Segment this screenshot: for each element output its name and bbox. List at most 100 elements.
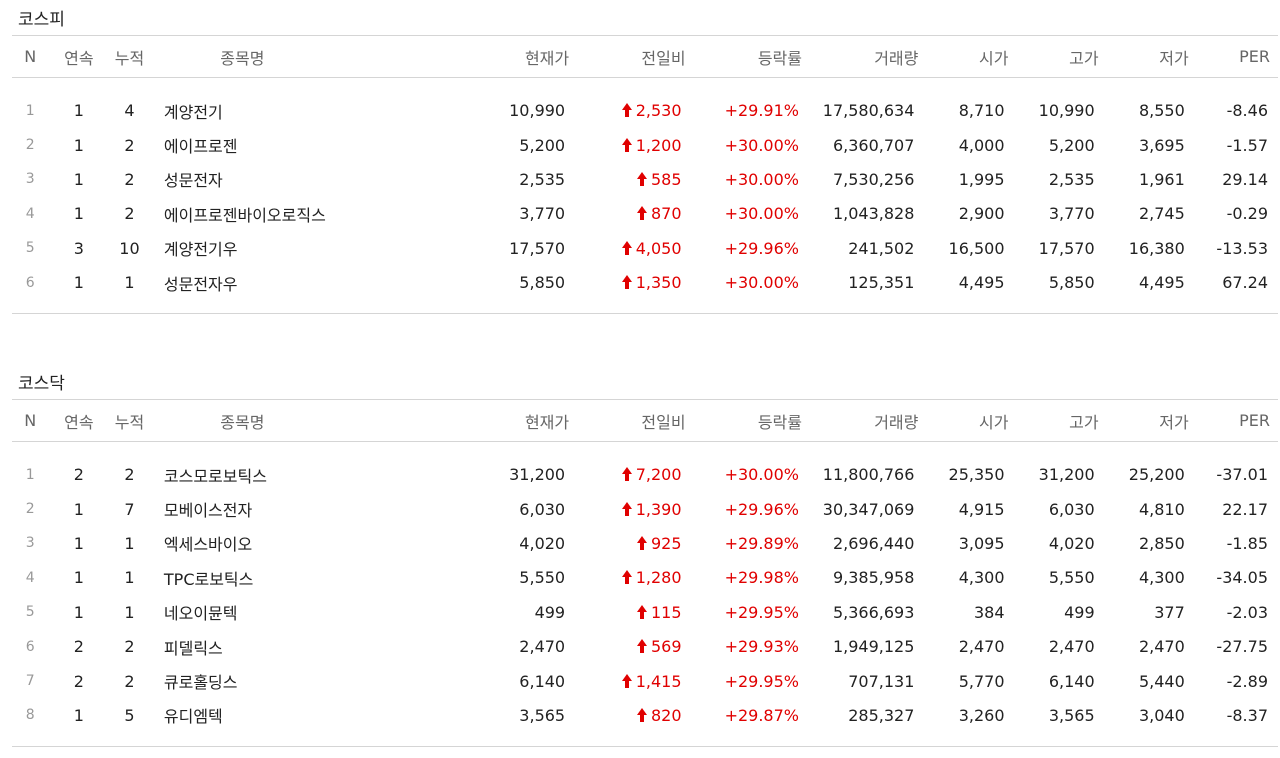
low-price: 2,850 — [1138, 533, 1185, 553]
cumulative-count: 2 — [124, 135, 135, 155]
current-price: 31,200 — [509, 465, 566, 485]
header-high: 고가 — [1069, 48, 1099, 68]
up-arrow-icon — [637, 707, 647, 722]
open-price: 4,000 — [958, 135, 1005, 155]
stock-name[interactable]: 에이프로젠바이오로직스 — [164, 197, 326, 231]
low-price: 3,040 — [1138, 705, 1185, 725]
row-number: 6 — [25, 274, 35, 291]
current-price: 10,990 — [509, 101, 566, 121]
row-number: 7 — [25, 673, 35, 690]
row-number: 4 — [25, 569, 35, 586]
up-arrow-icon — [621, 570, 632, 585]
table-row[interactable]: 7 2 2 큐로홀딩스 6,140 1,415 +29.95% 707,131 5,770 6,1… — [12, 664, 1278, 698]
table-row[interactable]: 1 2 2 코스모로보틱스 31,200 7,200 +30.00% 11,800,766 25… — [12, 458, 1278, 492]
volume: 5,366,693 — [832, 602, 915, 622]
kospi-section: 코스피 N 연속 누적 종목명 현재가 전일비 등락률 거래량 시가 고가 저가… — [12, 5, 1278, 314]
per-value: -8.37 — [1226, 705, 1268, 725]
header-price: 현재가 — [524, 48, 570, 68]
price-change: 1,200 — [579, 128, 693, 162]
open-price: 2,470 — [958, 637, 1005, 657]
row-number: 4 — [25, 205, 35, 222]
header-rate: 등락률 — [757, 412, 802, 432]
header-open: 시가 — [979, 412, 1009, 432]
table-row[interactable]: 2 1 2 에이프로젠 5,200 1,200 +30.00% 6,360,707 4,000 5… — [12, 128, 1278, 162]
header-consecutive: 연속 — [64, 48, 94, 68]
kosdaq-tbody: 1 2 2 코스모로보틱스 31,200 7,200 +30.00% 11,800,766 25… — [12, 442, 1278, 747]
up-arrow-icon — [637, 604, 647, 619]
cumulative-count: 7 — [124, 499, 135, 519]
stock-name[interactable]: 성문전자우 — [164, 265, 321, 299]
table-row[interactable]: 8 1 5 유디엠텍 3,565 820 +29.87% 285,327 3,260 3,565 3… — [12, 698, 1278, 732]
price-change: 1,280 — [579, 561, 693, 595]
change-rate: +30.00% — [724, 204, 799, 224]
per-value: 22.17 — [1222, 499, 1268, 519]
open-price: 4,495 — [958, 273, 1005, 293]
stock-name[interactable]: 모베이스전자 — [164, 492, 321, 526]
open-price: 25,350 — [948, 465, 1005, 485]
table-row[interactable]: 5 3 10 계양전기우 17,570 4,050 +29.96% 241,502 16,500… — [12, 231, 1278, 265]
consecutive-count: 1 — [73, 135, 84, 155]
price-change: 1,415 — [579, 664, 693, 698]
up-arrow-icon — [621, 240, 632, 255]
kospi-table: N 연속 누적 종목명 현재가 전일비 등락률 거래량 시가 고가 저가 PER… — [12, 35, 1278, 314]
low-price: 1,961 — [1138, 169, 1185, 189]
price-change: 115 — [579, 595, 693, 629]
stock-name[interactable]: 엑세스바이오 — [164, 526, 321, 560]
high-price: 6,030 — [1048, 499, 1095, 519]
header-volume: 거래량 — [874, 412, 919, 432]
high-price: 5,550 — [1048, 568, 1095, 588]
table-row[interactable]: 3 1 1 엑세스바이오 4,020 925 +29.89% 2,696,440 3,095 4,… — [12, 526, 1278, 560]
consecutive-count: 1 — [73, 169, 84, 189]
high-price: 5,200 — [1048, 135, 1095, 155]
low-price: 4,495 — [1138, 273, 1185, 293]
low-price: 2,470 — [1138, 637, 1185, 657]
stock-name[interactable]: 에이프로젠 — [164, 128, 321, 162]
table-row[interactable]: 6 1 1 성문전자우 5,850 1,350 +30.00% 125,351 4,495 5,8… — [12, 265, 1278, 299]
table-row[interactable]: 4 1 2 에이프로젠바이오로직스 3,770 870 +30.00% 1,043,828 2,… — [12, 197, 1278, 231]
stock-name[interactable]: 계양전기우 — [164, 231, 321, 265]
table-row[interactable]: 2 1 7 모베이스전자 6,030 1,390 +29.96% 30,347,069 4,91… — [12, 492, 1278, 526]
kospi-title: 코스피 — [18, 10, 65, 30]
consecutive-count: 1 — [73, 602, 84, 622]
table-row[interactable]: 6 2 2 피델릭스 2,470 569 +29.93% 1,949,125 2,470 2,47… — [12, 629, 1278, 663]
stock-name[interactable]: 네오이뮨텍 — [164, 595, 321, 629]
stock-name[interactable]: TPC로보틱스 — [164, 561, 321, 595]
price-change: 569 — [579, 629, 693, 663]
low-price: 4,300 — [1138, 568, 1185, 588]
row-number: 2 — [25, 501, 35, 518]
table-row[interactable]: 5 1 1 네오이뮨텍 499 115 +29.95% 5,366,693 384 499 377 -… — [12, 595, 1278, 629]
volume: 2,696,440 — [832, 533, 915, 553]
table-header-row: N 연속 누적 종목명 현재가 전일비 등락률 거래량 시가 고가 저가 PER — [12, 35, 1278, 78]
header-n: N — [24, 411, 37, 430]
stock-name[interactable]: 피델릭스 — [164, 629, 321, 663]
header-rate: 등락률 — [757, 48, 802, 68]
change-rate: +29.98% — [724, 568, 799, 588]
row-number: 3 — [25, 171, 35, 188]
change-rate: +30.00% — [724, 169, 799, 189]
stock-name[interactable]: 계양전기 — [164, 94, 321, 128]
high-price: 31,200 — [1038, 465, 1095, 485]
volume: 1,949,125 — [832, 637, 915, 657]
consecutive-count: 2 — [73, 671, 84, 691]
header-volume: 거래량 — [874, 48, 919, 68]
header-name: 종목명 — [220, 412, 265, 432]
cumulative-count: 2 — [124, 637, 135, 657]
change-rate: +29.96% — [724, 238, 799, 258]
price-change: 820 — [579, 698, 693, 732]
current-price: 3,770 — [519, 204, 566, 224]
table-row[interactable]: 4 1 1 TPC로보틱스 5,550 1,280 +29.98% 9,385,958 4,30… — [12, 561, 1278, 595]
volume: 30,347,069 — [822, 499, 915, 519]
per-value: -27.75 — [1216, 637, 1268, 657]
header-low: 저가 — [1159, 48, 1189, 68]
high-price: 2,535 — [1048, 169, 1095, 189]
table-row[interactable]: 3 1 2 성문전자 2,535 585 +30.00% 7,530,256 1,995 2,53… — [12, 162, 1278, 196]
header-open: 시가 — [979, 48, 1009, 68]
per-value: 29.14 — [1222, 169, 1268, 189]
cumulative-count: 2 — [124, 465, 135, 485]
stock-name[interactable]: 코스모로보틱스 — [164, 458, 321, 492]
table-row[interactable]: 1 1 4 계양전기 10,990 2,530 +29.91% 17,580,634 8,710… — [12, 94, 1278, 128]
stock-name[interactable]: 유디엠텍 — [164, 698, 321, 732]
stock-name[interactable]: 큐로홀딩스 — [164, 664, 321, 698]
stock-name[interactable]: 성문전자 — [164, 162, 321, 196]
header-n: N — [24, 47, 37, 66]
